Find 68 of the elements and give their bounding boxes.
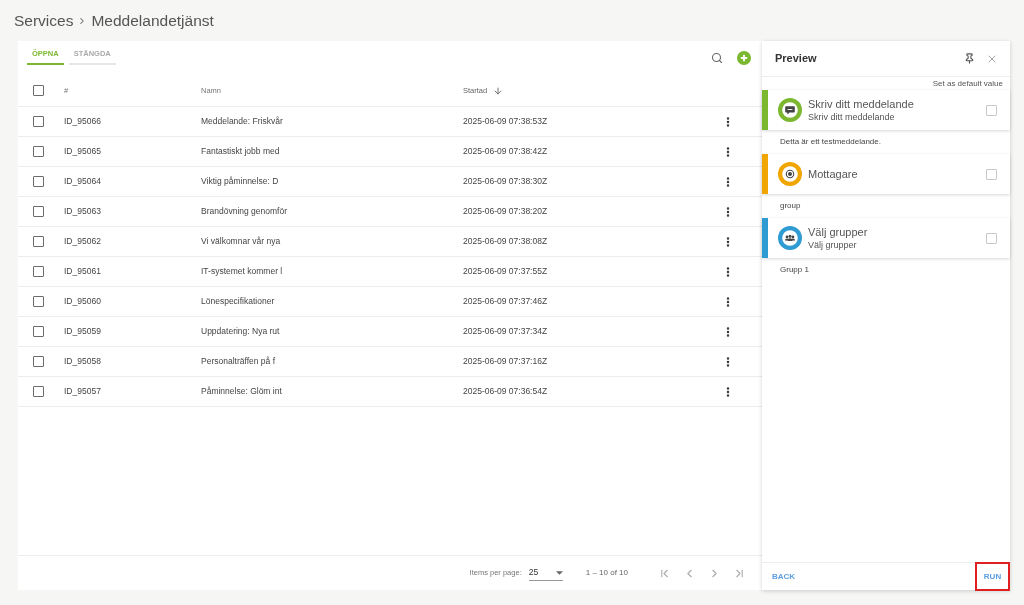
table-cell: ID_95064 bbox=[64, 176, 101, 187]
table-cell: Brandövning genomför bbox=[201, 206, 287, 217]
page-range: 1 – 10 of 10 bbox=[585, 567, 628, 579]
step-card[interactable]: Skriv ditt meddelande Skriv ditt meddelande bbox=[762, 90, 1010, 130]
table-cell: 2025-06-09 07:38:08Z bbox=[463, 236, 548, 247]
table-cell: 2025-06-09 07:37:16Z bbox=[463, 356, 548, 367]
table-cell: 2025-06-09 07:38:42Z bbox=[463, 146, 548, 157]
table-cell: ID_95060 bbox=[64, 296, 101, 307]
table-cell: Påminnelse: Glöm int bbox=[201, 386, 282, 397]
step-subtitle: Skriv ditt meddelande bbox=[808, 110, 895, 123]
sort-arrow-icon bbox=[493, 85, 504, 96]
table-cell: 2025-06-09 07:38:30Z bbox=[463, 176, 548, 187]
pin-icon[interactable] bbox=[964, 53, 975, 64]
checkbox[interactable] bbox=[33, 296, 44, 307]
checkbox[interactable] bbox=[33, 206, 44, 217]
table-cell: ID_95066 bbox=[64, 116, 101, 127]
target-icon bbox=[778, 162, 802, 186]
checkbox[interactable] bbox=[33, 386, 44, 397]
table-cell: Lönespecifikationer bbox=[201, 296, 275, 307]
search-icon[interactable] bbox=[711, 52, 723, 64]
table-cell: Meddelande: Friskvår bbox=[201, 116, 283, 127]
checkbox[interactable] bbox=[33, 356, 44, 367]
checkbox[interactable] bbox=[33, 266, 44, 277]
step-value: group bbox=[780, 200, 801, 212]
breadcrumb-link[interactable]: Services bbox=[14, 8, 74, 33]
step-value: Detta är ett testmeddelande. bbox=[780, 136, 881, 148]
checkbox[interactable] bbox=[986, 232, 997, 244]
table-cell: Fantastiskt jobb med bbox=[201, 146, 280, 157]
table-cell: Personalträffen på f bbox=[201, 356, 276, 367]
items-per-page-select[interactable]: 25 bbox=[528, 565, 563, 581]
step-card[interactable]: Välj grupper Välj grupper bbox=[762, 218, 1010, 258]
table-cell: 2025-06-09 07:37:46Z bbox=[463, 296, 548, 307]
step-title: Mottagare bbox=[808, 167, 858, 181]
table-cell: ID_95063 bbox=[64, 206, 101, 217]
page-title: Meddelandetjänst bbox=[91, 10, 214, 31]
checkbox[interactable] bbox=[33, 116, 44, 127]
table-cell: ID_95065 bbox=[64, 146, 101, 157]
table-cell: Viktig påminnelse: D bbox=[201, 176, 279, 187]
step-card[interactable]: Mottagare bbox=[762, 154, 1010, 194]
checkbox[interactable] bbox=[986, 168, 997, 180]
step-value: Grupp 1 bbox=[780, 264, 809, 276]
table-cell: ID_95059 bbox=[64, 326, 101, 337]
checkbox[interactable] bbox=[33, 85, 44, 96]
checkbox[interactable] bbox=[33, 236, 44, 247]
table-cell: ID_95058 bbox=[64, 356, 101, 367]
table-cell: IT-systemet kommer l bbox=[201, 266, 283, 277]
checkbox[interactable] bbox=[33, 326, 44, 337]
checkbox[interactable] bbox=[33, 176, 44, 187]
table-cell: 2025-06-09 07:37:34Z bbox=[463, 326, 548, 337]
table-cell: ID_95057 bbox=[64, 386, 101, 397]
table-cell: ID_95062 bbox=[64, 236, 101, 247]
caret-down-icon bbox=[555, 570, 563, 575]
set-default-link[interactable]: Set as default value bbox=[932, 77, 1003, 90]
checkbox[interactable] bbox=[986, 104, 997, 116]
chat-bubble-icon bbox=[778, 98, 802, 122]
checkbox[interactable] bbox=[33, 146, 44, 157]
table-cell: Vi välkomnar vår nya bbox=[201, 236, 281, 247]
people-icon bbox=[778, 226, 802, 250]
table-cell: 2025-06-09 07:38:53Z bbox=[463, 116, 548, 127]
panel-title: Preview bbox=[775, 51, 817, 67]
table-cell: 2025-06-09 07:36:54Z bbox=[463, 386, 548, 397]
table-cell: 2025-06-09 07:37:55Z bbox=[463, 266, 548, 277]
table-cell: Uppdatering: Nya rut bbox=[201, 326, 280, 337]
table-cell: 2025-06-09 07:38:20Z bbox=[463, 206, 548, 217]
step-title: Skriv ditt meddelande bbox=[808, 97, 914, 111]
step-subtitle: Välj grupper bbox=[808, 238, 857, 251]
step-title: Välj grupper bbox=[808, 225, 868, 239]
table-cell: ID_95061 bbox=[64, 266, 101, 277]
